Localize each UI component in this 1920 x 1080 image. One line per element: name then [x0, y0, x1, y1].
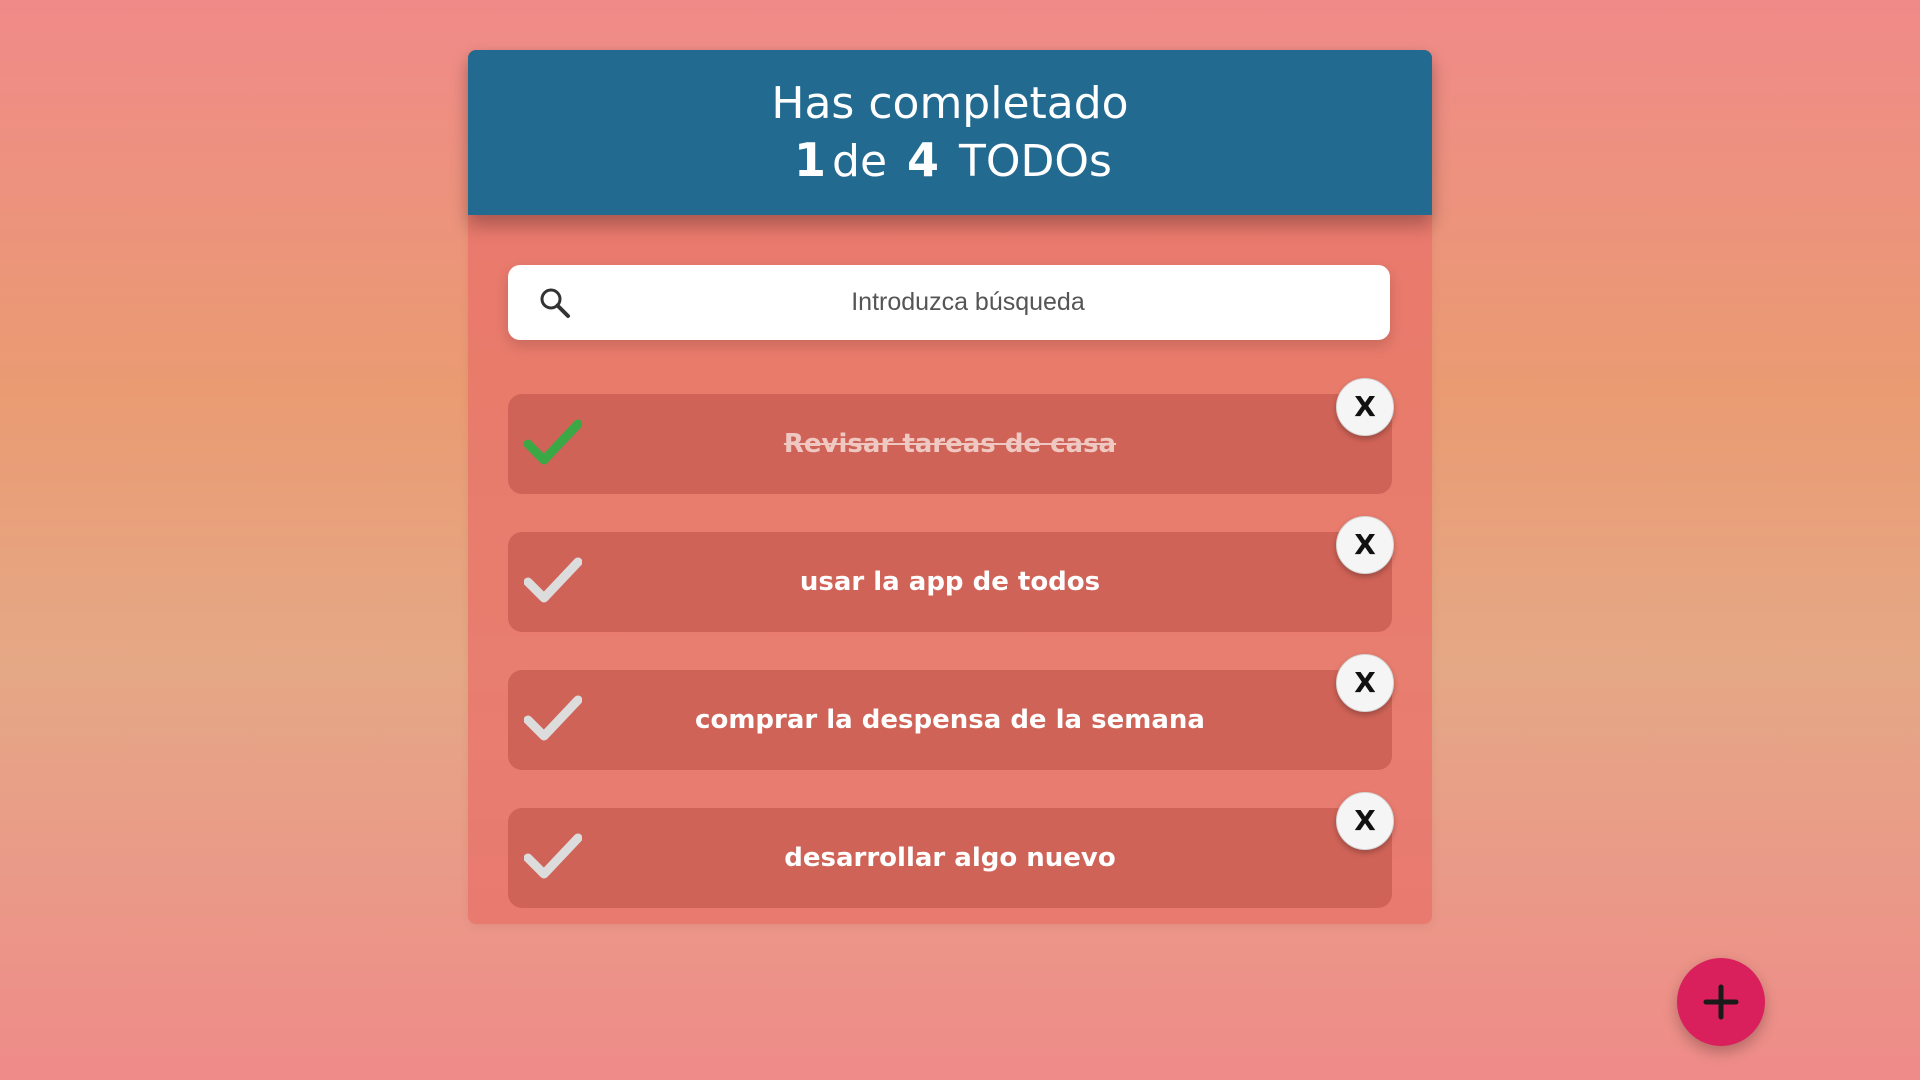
checkmark-icon [523, 833, 583, 879]
complete-toggle[interactable] [523, 832, 583, 880]
plus-icon [1703, 984, 1739, 1020]
checkmark-icon [523, 695, 583, 741]
complete-toggle[interactable] [523, 556, 583, 604]
completed-count: 1 [794, 133, 827, 187]
complete-toggle[interactable] [523, 694, 583, 742]
todo-text: desarrollar algo nuevo [784, 843, 1116, 873]
counter-suffix: TODOs [959, 136, 1112, 187]
checkmark-icon [523, 419, 583, 465]
todo-item: usar la app de todos X [508, 516, 1394, 632]
todo-text: Revisar tareas de casa [783, 429, 1117, 459]
search-input[interactable] [588, 265, 1348, 340]
todo-text: usar la app de todos [799, 567, 1101, 597]
todo-text: comprar la despensa de la semana [695, 705, 1205, 735]
todo-item: Revisar tareas de casa X [508, 378, 1394, 494]
delete-todo-button[interactable]: X [1336, 792, 1394, 850]
delete-todo-button[interactable]: X [1336, 378, 1394, 436]
todo-app-container: Has completado 1de 4 TODOs Revisar tarea… [468, 50, 1432, 924]
todo-item: desarrollar algo nuevo X [508, 792, 1394, 908]
header-counter: 1 de 4 TODOs [468, 134, 1432, 188]
todo-item: comprar la despensa de la semana X [508, 654, 1394, 770]
search-icon [540, 288, 570, 318]
complete-toggle[interactable] [523, 418, 583, 466]
header-title: Has completado [771, 78, 1129, 129]
checkmark-icon [523, 557, 583, 603]
delete-todo-button[interactable]: X [1336, 516, 1394, 574]
todo-counter-header: Has completado 1 de 4 TODOs [468, 50, 1432, 215]
search-box [508, 265, 1390, 340]
add-todo-button[interactable] [1677, 958, 1765, 1046]
counter-connector: de [832, 136, 888, 187]
total-count: 4 [907, 133, 940, 187]
delete-todo-button[interactable]: X [1336, 654, 1394, 712]
